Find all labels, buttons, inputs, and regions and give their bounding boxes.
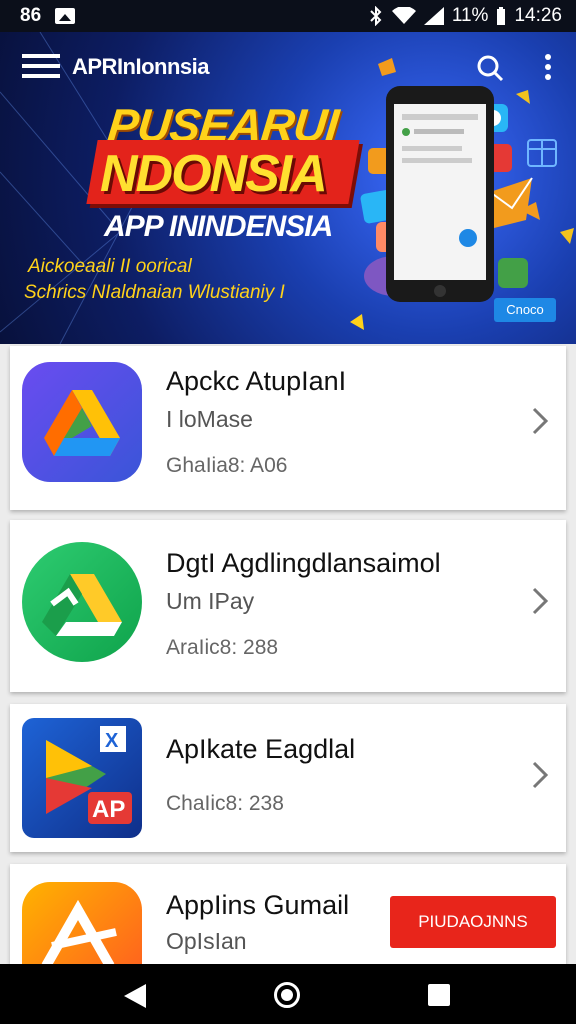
chevron-right-icon[interactable]	[530, 586, 550, 616]
app-subtitle: OpIsIan	[166, 928, 247, 954]
chevron-right-icon[interactable]	[530, 760, 550, 790]
app-title: AppIins Gumail	[166, 890, 350, 920]
battery-icon	[497, 7, 506, 25]
app-card-2[interactable]: DgtI Agdlingdlansaimol Um IPay AraIic8: …	[10, 520, 566, 692]
wifi-icon	[391, 7, 416, 24]
app-card-3[interactable]: X AP ApIkate Eagdlal ChaIic8: 238	[10, 704, 566, 852]
app-subtitle: I loMase	[166, 406, 253, 432]
app-title: Apckc AtupIanI	[166, 366, 347, 396]
app-title: DgtI Agdlingdlansaimol	[166, 548, 441, 578]
clock: 14:26	[514, 5, 562, 26]
hero-banner: APRInIonnsia PUSEARUI NDONSIA APP ININDE…	[0, 32, 576, 344]
menu-icon[interactable]	[22, 54, 60, 84]
status-bar: 86 11% 14:26	[0, 0, 576, 32]
recent-apps-icon[interactable]	[428, 984, 450, 1006]
banner-headline-2: NDONSIA	[100, 145, 328, 203]
home-icon[interactable]	[274, 982, 300, 1008]
app-title: ApIkate Eagdlal	[166, 734, 356, 764]
app-card-1[interactable]: Apckc AtupIanI I loMase GhaIia8: A06	[10, 346, 566, 510]
app-card-4[interactable]: AppIins Gumail OpIsIan PIUDAOJNNS	[10, 864, 566, 1002]
banner-tagline-1: Aickoeaali II oorical	[28, 256, 192, 277]
navigation-bar	[0, 964, 576, 1024]
drive-app-icon	[22, 362, 142, 482]
banner-button[interactable]: Cnoco	[494, 298, 556, 322]
app-title: APRInIonnsia	[72, 54, 210, 79]
back-icon[interactable]	[124, 984, 146, 1008]
bluetooth-icon	[370, 6, 382, 26]
banner-headline-3: APP ININDENSIA	[104, 210, 333, 243]
phone-illustration	[386, 86, 494, 302]
app-meta: AraIic8: 288	[166, 636, 279, 659]
install-button[interactable]: PIUDAOJNNS	[390, 896, 556, 948]
photo-notification-icon	[55, 8, 76, 24]
battery-percent: 11%	[451, 5, 489, 26]
drive-app-icon	[22, 542, 142, 662]
status-left-text: 86	[20, 5, 42, 26]
app-meta: ChaIic8: 238	[166, 792, 284, 815]
search-icon[interactable]	[476, 54, 504, 82]
more-options-icon[interactable]	[545, 54, 553, 82]
app-subtitle: Um IPay	[166, 588, 255, 614]
banner-tagline-2: Schrics NIaldnaian Wlustianiy I	[24, 282, 285, 303]
svg-text:X: X	[105, 730, 119, 752]
app-meta: GhaIia8: A06	[166, 454, 288, 477]
chevron-right-icon[interactable]	[530, 406, 550, 436]
play-app-icon: X AP	[22, 718, 142, 838]
signal-icon	[423, 7, 444, 25]
app-badge-text: AP	[92, 796, 125, 823]
